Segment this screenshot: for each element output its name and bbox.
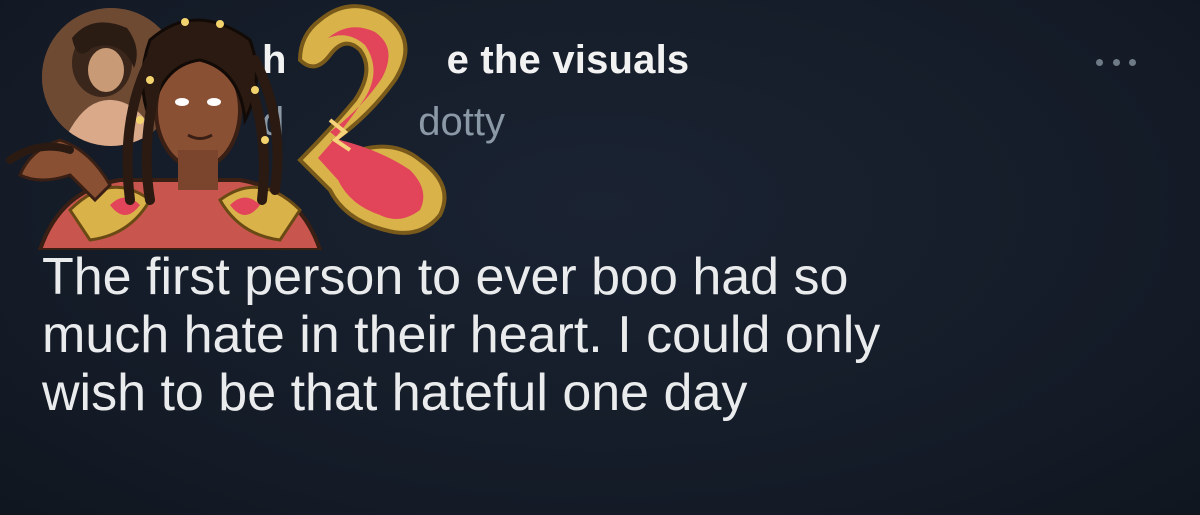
handle-end: dotty [418,100,505,144]
tweet-text-line: wish to be that hateful one day [42,364,748,422]
more-dot [1112,58,1120,66]
handle-start: d [262,100,285,144]
more-options-button[interactable] [1096,50,1136,74]
display-name-start: h [262,38,287,82]
more-horizontal-icon [1096,58,1103,66]
tweet-text: The first person to ever boo had so much… [42,248,1162,422]
tweet-text-line: The first person to ever boo had so [42,248,849,306]
user-handle[interactable]: d dotty [262,100,505,145]
avatar[interactable] [42,8,180,146]
tweet-card: h e the visuals d dotty The first person t… [0,0,1200,515]
display-name-end: e the visuals [446,38,690,82]
avatar-photo [42,8,180,146]
display-name[interactable]: h e the visuals [262,38,689,83]
tweet-text-line: much hate in their heart. I could only [42,306,881,364]
more-dot [1129,58,1136,66]
